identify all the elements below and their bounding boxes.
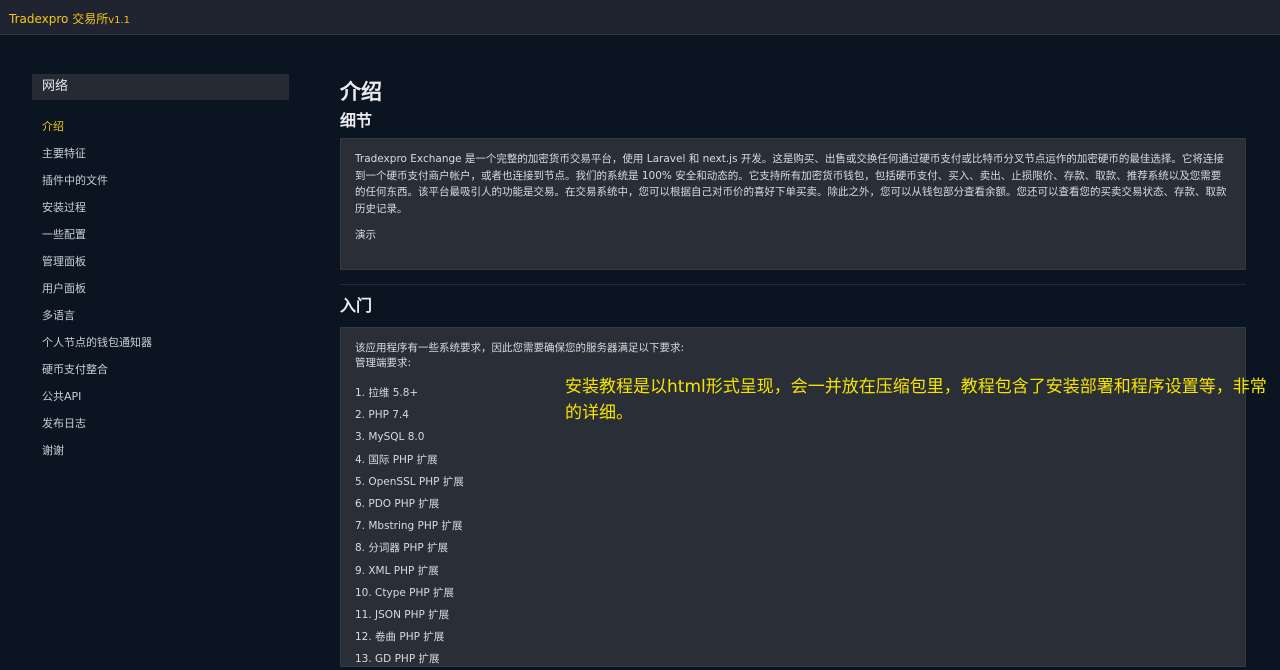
demo-link[interactable]: 演示 — [355, 227, 1231, 244]
brand-name: Tradexpro 交易所 — [9, 12, 109, 26]
sidebar-item-installation[interactable]: 安装过程 — [32, 194, 289, 221]
list-item: 8. 分词器 PHP 扩展 — [355, 542, 449, 555]
annotation-note: 安装教程是以html形式呈现，会一并放在压缩包里，教程包含了安装部署和程序设置等… — [565, 377, 1267, 423]
sidebar-nav-list: 介绍 主要特征 插件中的文件 安装过程 一些配置 管理面板 用户面板 多语言 个… — [32, 113, 289, 464]
list-item: 10. Ctype PHP 扩展 — [355, 586, 455, 599]
sidebar-item-user-panel[interactable]: 用户面板 — [32, 275, 289, 302]
list-item: 4. 国际 PHP 扩展 — [355, 453, 438, 466]
brand-logo[interactable]: Tradexpro 交易所v1.1 — [9, 10, 130, 27]
details-card: Tradexpro Exchange 是一个完整的加密货币交易平台，使用 Lar… — [340, 138, 1246, 270]
sidebar-item-release-log[interactable]: 发布日志 — [32, 410, 289, 437]
page-title: 介绍 — [340, 80, 382, 104]
sidebar-item-wallet-notifier[interactable]: 个人节点的钱包通知器 — [32, 329, 289, 356]
sidebar-item-public-api[interactable]: 公共API — [32, 383, 289, 410]
details-text: Tradexpro Exchange 是一个完整的加密货币交易平台，使用 Lar… — [355, 153, 1227, 215]
list-item: 6. PDO PHP 扩展 — [355, 497, 440, 510]
sidebar-header: 网络 — [32, 74, 289, 100]
top-bar: Tradexpro 交易所v1.1 — [0, 0, 1280, 35]
sidebar: 网络 介绍 主要特征 插件中的文件 安装过程 一些配置 管理面板 用户面板 多语… — [32, 74, 289, 464]
requirements-intro: 该应用程序有一些系统要求，因此您需要确保您的服务器满足以下要求: — [355, 342, 685, 354]
details-heading: 细节 — [340, 111, 373, 130]
list-item: 5. OpenSSL PHP 扩展 — [355, 475, 464, 488]
sidebar-item-main-features[interactable]: 主要特征 — [32, 140, 289, 167]
list-item: 7. Mbstring PHP 扩展 — [355, 520, 463, 533]
list-item: 11. JSON PHP 扩展 — [355, 608, 450, 621]
brand-version: v1.1 — [108, 15, 131, 26]
sidebar-item-coinpayment[interactable]: 硬币支付整合 — [32, 356, 289, 383]
getting-started-heading: 入门 — [340, 296, 373, 315]
sidebar-item-configuration[interactable]: 一些配置 — [32, 221, 289, 248]
sidebar-item-multi-language[interactable]: 多语言 — [32, 302, 289, 329]
list-item: 3. MySQL 8.0 — [355, 431, 425, 444]
sidebar-item-admin-panel[interactable]: 管理面板 — [32, 248, 289, 275]
section-divider — [340, 284, 1246, 285]
list-item: 9. XML PHP 扩展 — [355, 564, 439, 577]
sidebar-item-introduction[interactable]: 介绍 — [32, 113, 289, 140]
sidebar-item-thanks[interactable]: 谢谢 — [32, 437, 289, 464]
server-requirements-label: 管理端要求: — [355, 357, 412, 369]
sidebar-item-files-in-plugin[interactable]: 插件中的文件 — [32, 167, 289, 194]
main-content: 介绍 细节 Tradexpro Exchange 是一个完整的加密货币交易平台，… — [340, 76, 1246, 667]
list-item: 12. 卷曲 PHP 扩展 — [355, 631, 445, 644]
